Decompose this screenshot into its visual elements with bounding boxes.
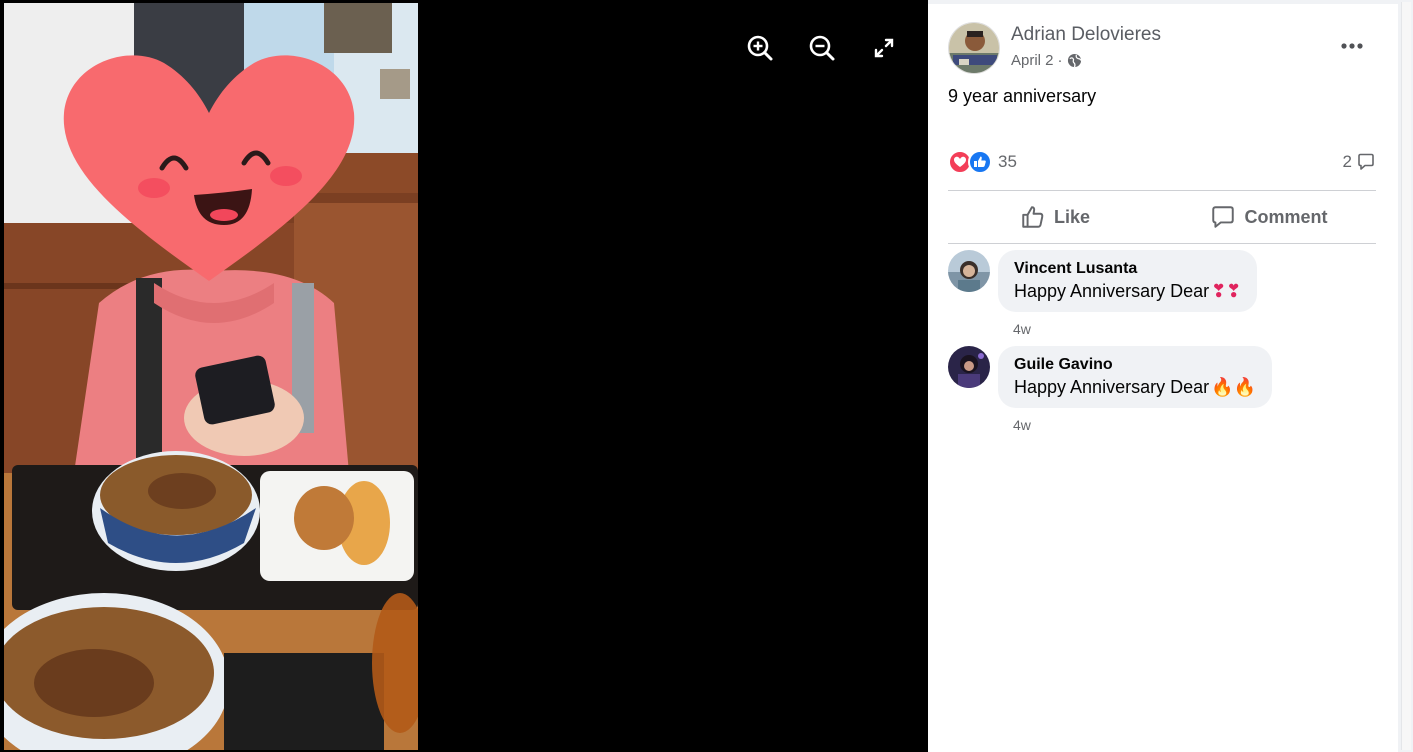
comment-bubble-icon: [1358, 153, 1374, 170]
reaction-summary[interactable]: 35: [948, 150, 1017, 174]
fire-emoji: 🔥🔥: [1211, 377, 1256, 397]
globe-icon[interactable]: [1067, 53, 1082, 68]
commenter-avatar[interactable]: [948, 346, 990, 388]
comment-timestamp[interactable]: 4w: [1013, 321, 1031, 337]
like-label: Like: [1053, 206, 1091, 227]
post-options-button[interactable]: [1336, 34, 1368, 58]
commenter-avatar-image: [948, 346, 990, 388]
post-meta: April 2 ·: [1011, 52, 1161, 69]
comment-count-link[interactable]: 2: [1343, 152, 1376, 172]
zoom-in-icon: [747, 35, 773, 61]
fullscreen-button[interactable]: [868, 32, 900, 64]
zoom-out-button[interactable]: [806, 32, 838, 64]
post-action-bar: Like Comment: [948, 192, 1376, 242]
actions-bottom-divider: [948, 243, 1376, 244]
comment-bubble: Guile Gavino Happy Anniversary Dear 🔥🔥: [998, 346, 1272, 408]
comment-count: 2: [1342, 152, 1352, 171]
commenter-avatar[interactable]: [948, 250, 990, 292]
heart-exclamation-emoji: ❣❣: [1211, 281, 1242, 301]
fullscreen-icon: [874, 38, 894, 58]
comment-icon: [1212, 206, 1235, 228]
thumbs-up-icon: [1022, 206, 1044, 228]
post-panel: Adrian Delovieres April 2 · 9 year anniv…: [928, 0, 1398, 752]
comment-text-row: Happy Anniversary Dear ❣❣: [1014, 281, 1241, 302]
post-date[interactable]: April 2: [1011, 52, 1054, 69]
viewer-toolbar: [744, 32, 900, 64]
comment-text-row: Happy Anniversary Dear 🔥🔥: [1014, 377, 1256, 398]
author-avatar-image: [949, 23, 999, 73]
post-caption: 9 year anniversary: [948, 86, 1097, 106]
comment-bubble: Vincent Lusanta Happy Anniversary Dear ❣…: [998, 250, 1258, 312]
more-dots-icon: [1341, 43, 1363, 49]
like-button[interactable]: Like: [948, 192, 1162, 242]
commenter-name[interactable]: Vincent Lusanta: [1014, 260, 1241, 278]
comment-text: Happy Anniversary Dear: [1014, 377, 1210, 397]
comment-item: Vincent Lusanta Happy Anniversary Dear ❣…: [948, 250, 1258, 312]
actions-top-divider: [948, 190, 1376, 191]
restaurant-photo-illustration: [4, 3, 418, 750]
comment-label: Comment: [1244, 206, 1328, 227]
post-author-name[interactable]: Adrian Delovieres: [1011, 24, 1161, 46]
comment-text: Happy Anniversary Dear: [1014, 281, 1210, 301]
photo-viewer: [0, 0, 928, 752]
photo-viewer-window: Adrian Delovieres April 2 · 9 year anniv…: [0, 0, 1413, 752]
commenter-name[interactable]: Guile Gavino: [1014, 356, 1256, 374]
meta-separator: ·: [1057, 52, 1063, 69]
zoom-in-button[interactable]: [744, 32, 776, 64]
like-reaction-icon: [968, 150, 992, 174]
comment-item: Guile Gavino Happy Anniversary Dear 🔥🔥: [948, 346, 1272, 408]
reaction-count: 35: [998, 152, 1017, 171]
post-photo[interactable]: [4, 3, 418, 750]
scrollbar-thumb[interactable]: [1401, 2, 1411, 750]
author-avatar[interactable]: [948, 22, 1000, 74]
zoom-out-icon: [809, 35, 835, 61]
panel-top-border: [928, 0, 1398, 4]
post-header: Adrian Delovieres April 2 ·: [948, 22, 1161, 74]
commenter-avatar-image: [948, 250, 990, 292]
comment-button[interactable]: Comment: [1162, 192, 1376, 242]
comment-timestamp[interactable]: 4w: [1013, 417, 1031, 433]
